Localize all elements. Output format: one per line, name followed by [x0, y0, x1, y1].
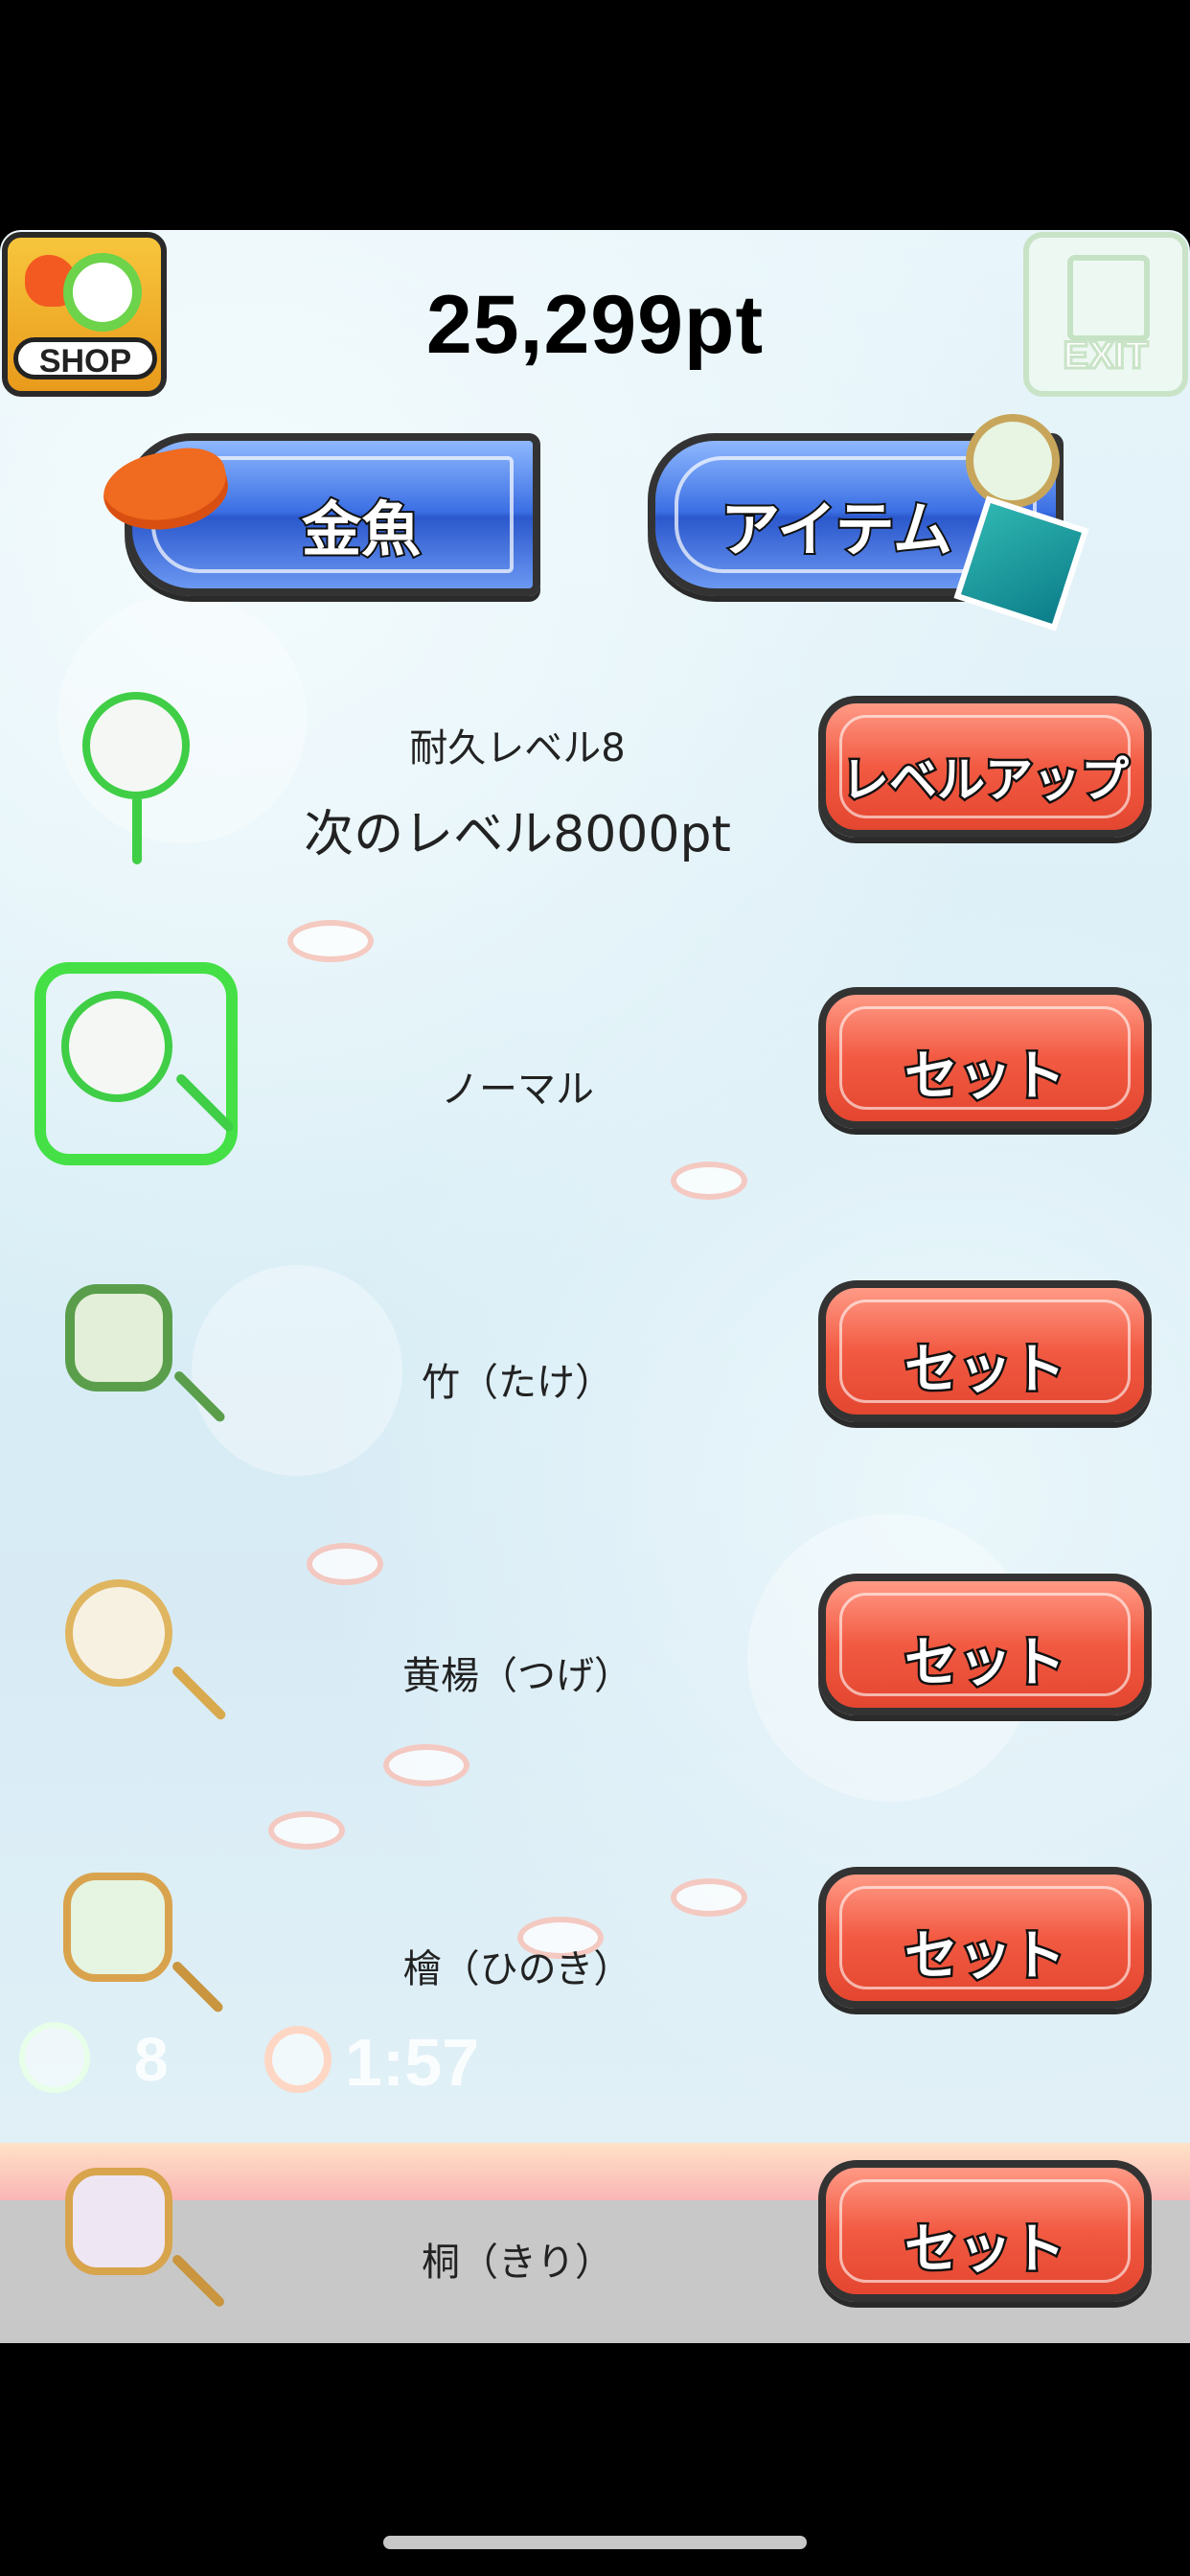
level-up-button-label: レベルアップ — [839, 750, 1132, 811]
exit-door-icon — [1067, 255, 1150, 341]
net-name: ノーマル — [441, 1068, 594, 1112]
set-button-label: セット — [903, 1630, 1068, 1697]
set-button-label: セット — [903, 1044, 1068, 1111]
poi-head — [82, 692, 190, 799]
poi-head — [61, 991, 172, 1102]
net-name: 竹（たけ） — [422, 1361, 613, 1405]
durability-level-label: 耐久レベル8 — [409, 726, 626, 770]
set-button-label: セット — [903, 2217, 1068, 2284]
poi-head — [63, 1873, 172, 1982]
koi-fish-icon — [307, 1543, 383, 1585]
set-button-normal[interactable]: セット — [818, 987, 1152, 1129]
clock-icon — [264, 2026, 332, 2093]
koi-fish-icon — [287, 920, 374, 962]
next-level-cost-label: 次のレベル8000pt — [304, 806, 731, 863]
set-button-cypress[interactable]: セット — [818, 1867, 1152, 2009]
poi-head — [65, 1284, 172, 1392]
poi-head — [65, 2168, 172, 2275]
set-button-label: セット — [903, 1923, 1068, 1990]
poi-count: 8 — [134, 2025, 169, 2094]
poi-icon — [966, 414, 1060, 508]
koi-fish-icon — [383, 1744, 469, 1786]
timer: 1:57 — [345, 2025, 480, 2100]
set-button-label: セット — [903, 1337, 1068, 1404]
poi-count-icon — [19, 2022, 90, 2093]
set-button-boxwood[interactable]: セット — [818, 1574, 1152, 1715]
level-up-button[interactable]: レベルアップ — [818, 696, 1152, 838]
poi-head — [65, 1579, 172, 1687]
koi-fish-icon — [671, 1162, 747, 1200]
net-name: 檜（ひのき） — [402, 1947, 632, 1991]
poi-handle — [132, 795, 142, 864]
points-display: 25,299pt — [425, 279, 765, 371]
set-button-bamboo[interactable]: セット — [818, 1280, 1152, 1422]
status-bar-area — [0, 0, 1190, 230]
koi-fish-icon — [268, 1811, 345, 1850]
exit-label: EXIT — [1062, 334, 1150, 379]
net-name: 桐（きり） — [422, 2241, 613, 2285]
net-name: 黄楊（つげ） — [402, 1654, 632, 1698]
set-button-paulownia[interactable]: セット — [818, 2160, 1152, 2302]
home-indicator[interactable] — [383, 2536, 807, 2549]
exit-button[interactable]: EXIT — [1023, 232, 1188, 397]
koi-fish-icon — [671, 1878, 747, 1917]
